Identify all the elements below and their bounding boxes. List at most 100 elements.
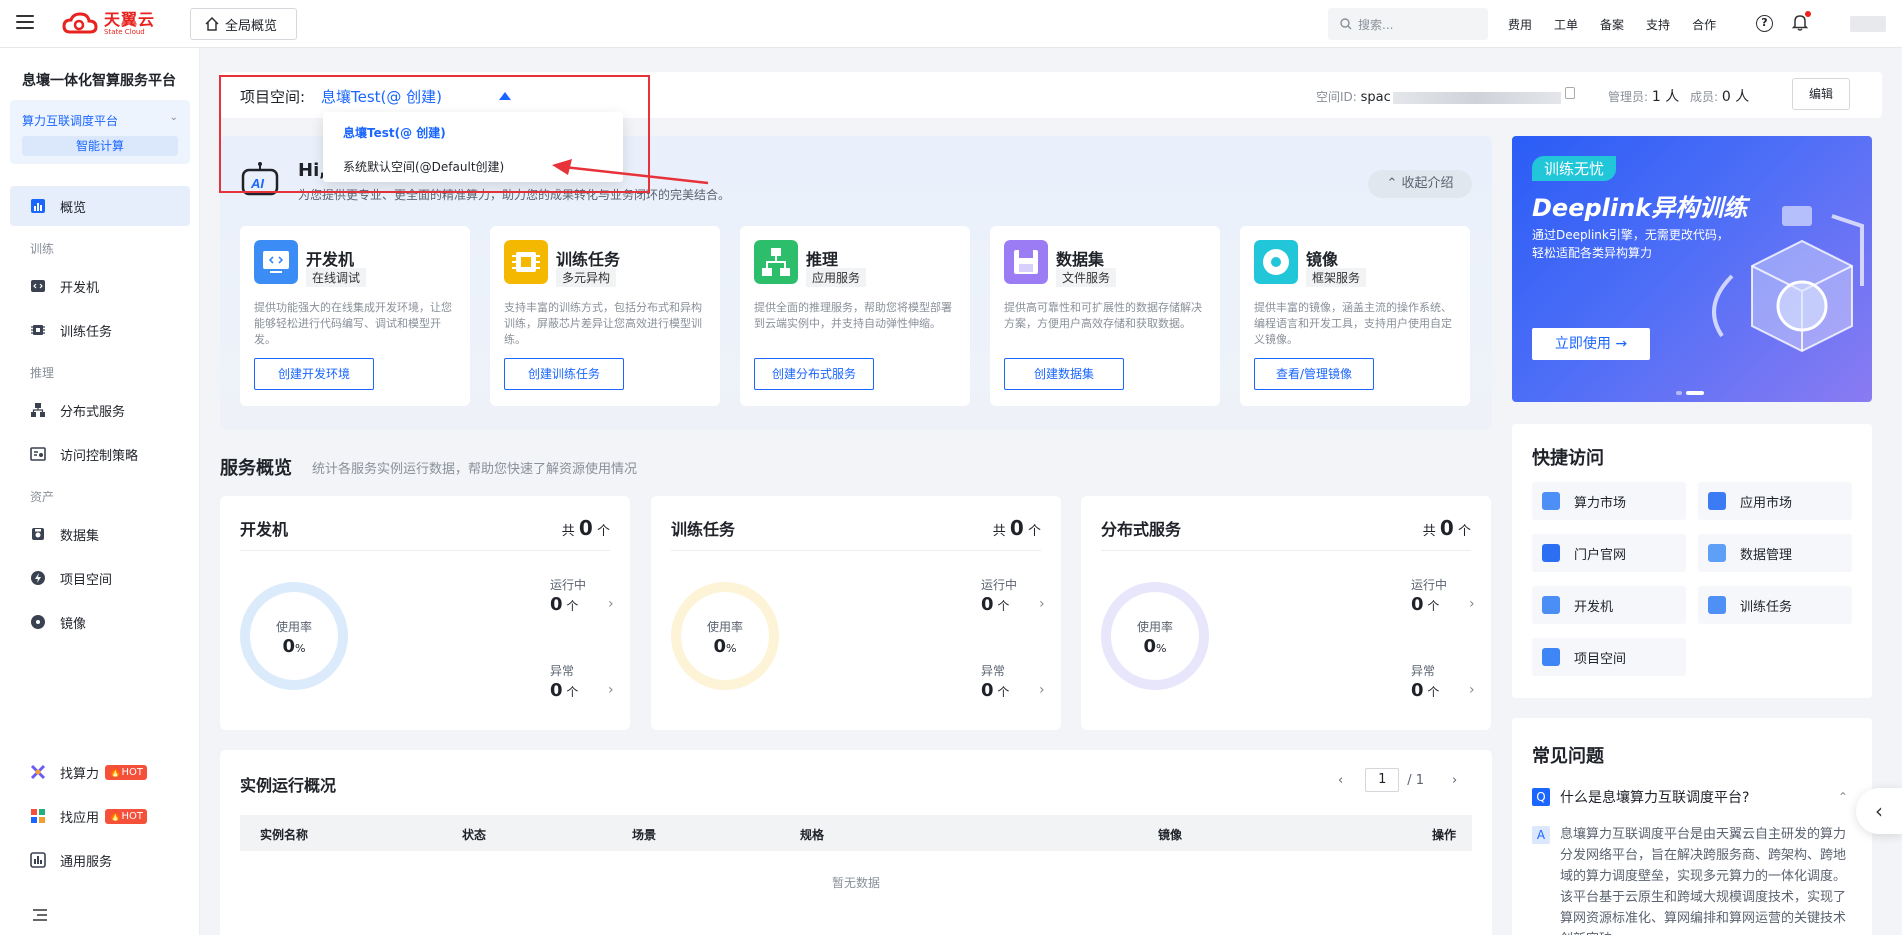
platform-name: 算力互联调度平台 <box>22 114 119 128</box>
copy-icon[interactable] <box>1565 87 1575 99</box>
feature-tag: 在线调试 <box>306 268 367 287</box>
member-count: 成员: 0 人 <box>1690 89 1750 105</box>
feature-title: 数据集 <box>1056 250 1105 269</box>
sidebar-item-label: 概览 <box>60 200 87 216</box>
usage-label: 使用率 <box>275 620 312 634</box>
quick-item-portal[interactable]: 门户官网 <box>1532 534 1686 572</box>
lightning-icon <box>31 571 45 585</box>
running-value: 0 个 <box>550 594 579 615</box>
redacted-bar <box>1392 91 1561 104</box>
grid-icon <box>1542 492 1560 510</box>
chevron-right-icon[interactable]: › <box>608 682 614 698</box>
error-value: 0 个 <box>1411 680 1440 701</box>
promo-banner[interactable]: 训练无忧 Deeplink异构训练 通过Deeplink引擎，无需更改代码，轻松… <box>1512 136 1872 402</box>
create-devbox-button[interactable]: 创建开发环境 <box>254 358 374 390</box>
quick-item-train-task[interactable]: 训练任务 <box>1698 586 1852 624</box>
page-input[interactable]: 1 <box>1365 768 1400 792</box>
sidebar-item-project-space[interactable]: 项目空间 <box>10 558 190 598</box>
platform-sub-item[interactable]: 智能计算 <box>22 136 178 156</box>
quick-item-project-space[interactable]: 项目空间 <box>1532 638 1686 676</box>
chevron-up-icon[interactable]: ⌃ <box>1838 790 1848 804</box>
dropdown-option-selected[interactable]: 息壤Test(@ 创建) <box>343 124 446 141</box>
cloud-logo-icon <box>62 12 98 34</box>
create-dataset-button[interactable]: 创建数据集 <box>1004 358 1124 390</box>
chevron-right-icon[interactable]: › <box>608 596 614 612</box>
usage-ring: 使用率 0% <box>671 582 779 690</box>
quick-item-app-market[interactable]: 应用市场 <box>1698 482 1852 520</box>
instance-overview-panel: 实例运行概况 ‹ 1 / 1 › 实例名称 状态 场景 规格 镜像 操作 暂无数… <box>220 750 1492 935</box>
running-value: 0 个 <box>981 594 1010 615</box>
sidebar-item-distributed[interactable]: 分布式服务 <box>10 390 190 430</box>
top-link-filing[interactable]: 备案 <box>1600 16 1624 33</box>
divider <box>671 550 1041 551</box>
hamburger-menu-icon[interactable] <box>16 15 34 29</box>
create-train-task-button[interactable]: 创建训练任务 <box>504 358 624 390</box>
column-header: 镜像 <box>1158 828 1183 842</box>
quick-item-compute-market[interactable]: 算力市场 <box>1532 482 1686 520</box>
chevron-right-icon[interactable]: › <box>1469 596 1475 612</box>
sidebar-item-find-app[interactable]: 找应用 🔥HOT <box>10 796 190 836</box>
next-page-icon[interactable]: › <box>1452 773 1457 788</box>
create-distributed-service-button[interactable]: 创建分布式服务 <box>754 358 874 390</box>
edit-button[interactable]: 编辑 <box>1792 78 1850 110</box>
collapse-sidebar-icon[interactable] <box>32 908 48 922</box>
help-icon[interactable]: ? <box>1756 15 1773 32</box>
search-input[interactable]: 搜索... <box>1328 8 1488 40</box>
table-header: 实例名称 状态 场景 规格 镜像 操作 <box>240 815 1472 851</box>
feature-tag: 文件服务 <box>1056 268 1117 287</box>
feature-title: 训练任务 <box>556 250 621 269</box>
quick-item-data-management[interactable]: 数据管理 <box>1698 534 1852 572</box>
admin-count: 管理员: 1 人 <box>1608 89 1680 105</box>
chevron-right-icon[interactable]: › <box>1039 682 1045 698</box>
section-title-services: 服务概览 <box>220 458 292 479</box>
chart-icon <box>31 199 45 213</box>
quick-item-devbox[interactable]: 开发机 <box>1532 586 1686 624</box>
shield-icon <box>30 447 46 461</box>
top-link-fee[interactable]: 费用 <box>1508 16 1532 33</box>
promo-desc: 通过Deeplink引擎，无需更改代码，轻松适配各类异构算力 <box>1532 228 1729 260</box>
sidebar-item-label: 数据集 <box>60 528 100 544</box>
feature-card-infer: 推理 应用服务 提供全面的推理服务，帮助您将模型部署到云端实例中，并支持自动弹性… <box>740 226 970 406</box>
sidebar-item-general-service[interactable]: 通用服务 <box>10 840 190 880</box>
column-header: 状态 <box>462 828 487 842</box>
sidebar-item-find-compute[interactable]: 找算力 🔥HOT <box>10 752 190 792</box>
service-title: 分布式服务 <box>1101 520 1182 539</box>
prev-page-icon[interactable]: ‹ <box>1338 773 1343 788</box>
top-link-ticket[interactable]: 工单 <box>1554 16 1578 33</box>
top-link-partner[interactable]: 合作 <box>1692 16 1716 33</box>
sidebar-item-train-task[interactable]: 训练任务 <box>10 310 190 350</box>
sidebar-item-label: 通用服务 <box>60 854 113 870</box>
sidebar-item-access-policy[interactable]: 访问控制策略 <box>10 434 190 474</box>
faq-question[interactable]: Q 什么是息壤算力互联调度平台? <box>1532 787 1749 807</box>
sidebar-item-devbox[interactable]: 开发机 <box>10 266 190 306</box>
sidebar-item-label: 访问控制策略 <box>60 448 139 464</box>
avatar[interactable] <box>1850 16 1886 32</box>
service-total: 共 0 个 <box>992 516 1041 540</box>
logo[interactable]: 天翼云 State Cloud <box>62 10 155 38</box>
usage-value: 0% <box>1143 636 1167 657</box>
sidebar-item-image[interactable]: 镜像 <box>10 602 190 642</box>
apps-icon <box>31 809 45 823</box>
sidebar-item-overview[interactable]: 概览 <box>10 186 190 226</box>
chevron-down-icon: ⌄ <box>169 112 178 123</box>
use-now-button[interactable]: 立即使用 → <box>1532 328 1650 360</box>
dropdown-option-default[interactable]: 系统默认空间(@Default创建) <box>343 158 504 175</box>
manage-image-button[interactable]: 查看/管理镜像 <box>1254 358 1374 390</box>
feature-desc: 提供高可靠性和可扩展性的数据存储解决方案，方便用户高效存储和获取数据。 <box>1004 301 1202 330</box>
global-overview-button[interactable]: 全局概览 <box>190 8 297 40</box>
sidebar-item-label: 找算力 <box>60 766 100 782</box>
quick-access-title: 快捷访问 <box>1532 448 1604 469</box>
collapse-intro-button[interactable]: ⌃ 收起介绍 <box>1368 170 1472 198</box>
chevron-right-icon[interactable]: › <box>1469 682 1475 698</box>
total-pages: / 1 <box>1407 772 1424 788</box>
top-link-support[interactable]: 支持 <box>1646 16 1670 33</box>
platform-selector[interactable]: 算力互联调度平台 ⌄ 智能计算 <box>10 100 190 164</box>
side-panel-toggle-icon[interactable]: ‹ <box>1856 788 1902 834</box>
network-icon <box>31 403 45 417</box>
sidebar-item-dataset[interactable]: 数据集 <box>10 514 190 554</box>
running-value: 0 个 <box>1411 594 1440 615</box>
carousel-dots[interactable] <box>1676 384 1708 399</box>
disc-icon <box>1254 240 1298 284</box>
chevron-right-icon[interactable]: › <box>1039 596 1045 612</box>
error-value: 0 个 <box>550 680 579 701</box>
